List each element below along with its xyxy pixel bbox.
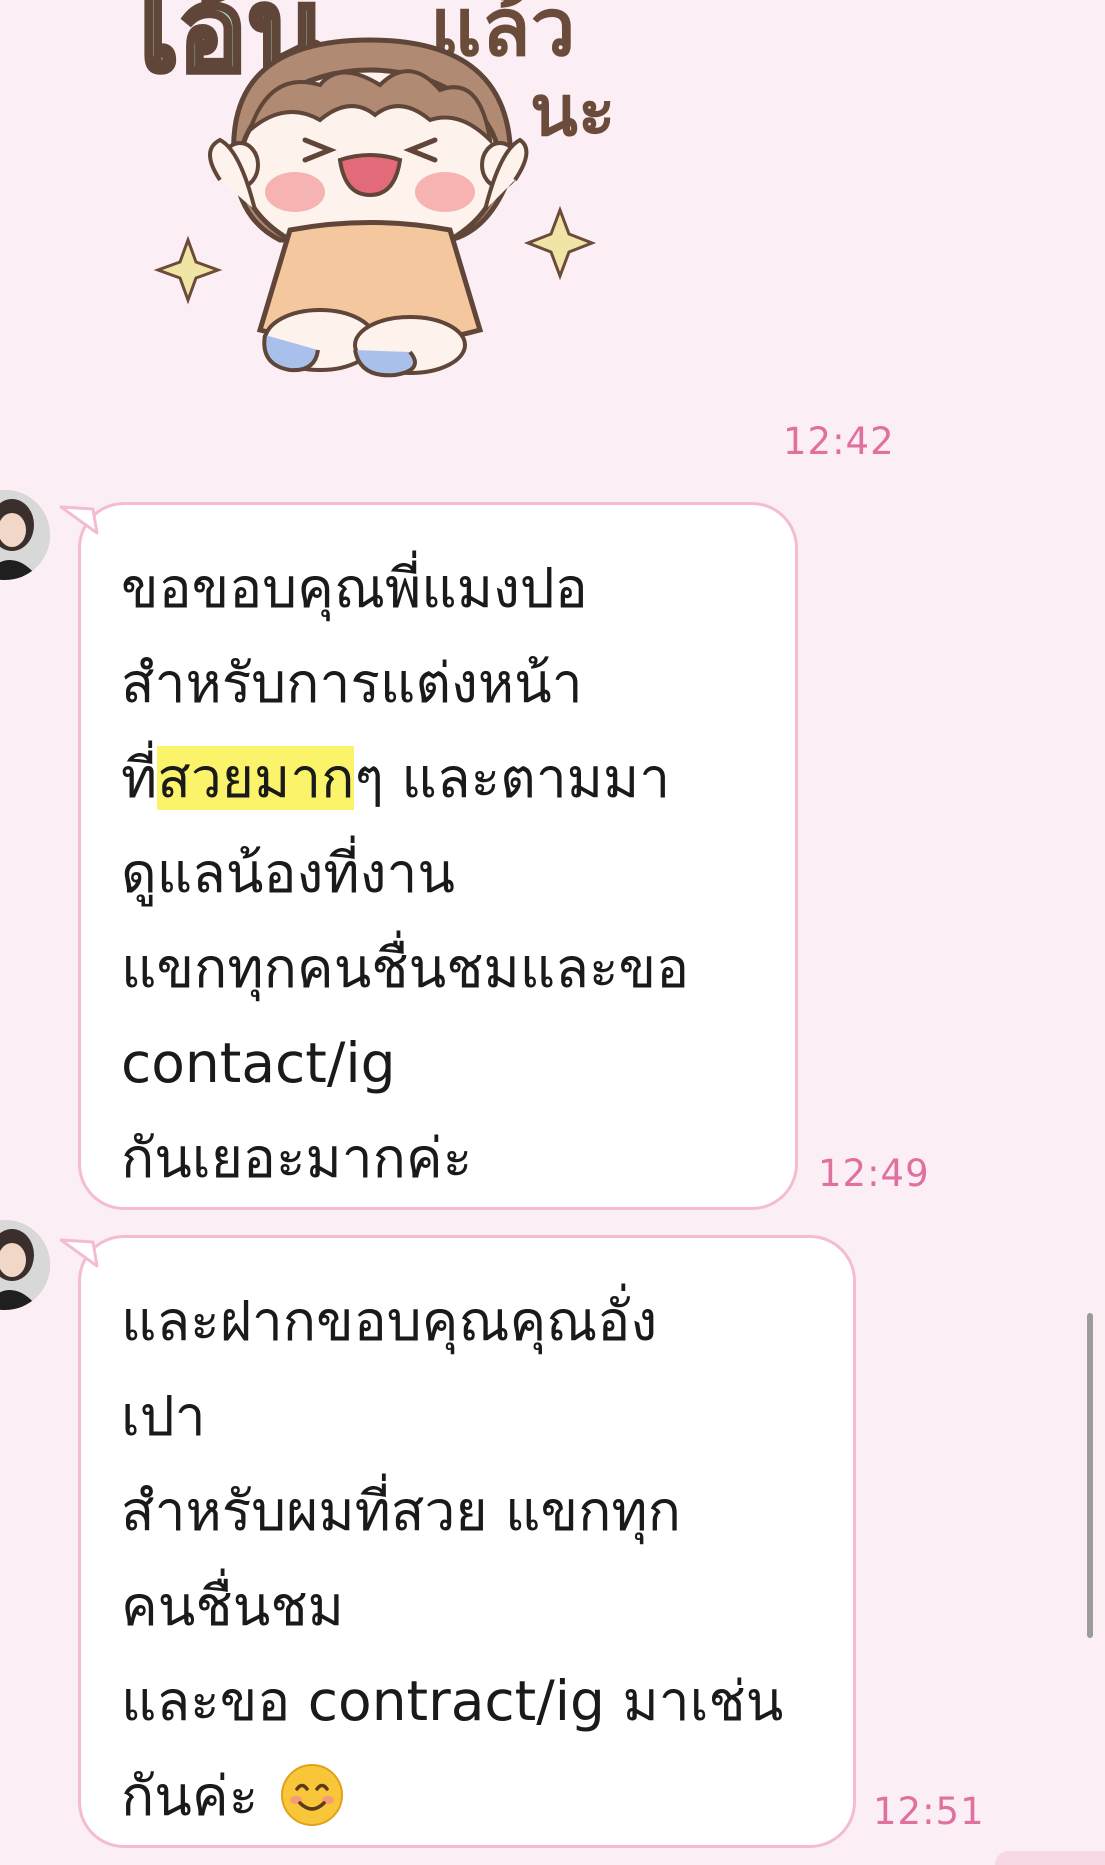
message-line: สำหรับการแต่งหน้า — [121, 651, 583, 715]
message-segment: ๆ และตามมา — [354, 746, 671, 810]
sticker-image[interactable]: ไอ้น แล้ว นะ — [107, 0, 740, 450]
message-bubble-1[interactable]: ขอขอบคุณพี่แมงปอ สำหรับการแต่งหน้า ที่สว… — [59, 502, 798, 1210]
message-timestamp-2: 12:51 — [873, 1790, 985, 1833]
scroll-to-bottom-button[interactable] — [995, 1851, 1105, 1865]
message-line: กันเยอะมากค่ะ — [121, 1126, 473, 1190]
message-line: ที่สวยมากๆ และตามมา — [121, 731, 755, 826]
message-line: contact/ig — [121, 1031, 396, 1095]
sender-avatar[interactable] — [0, 490, 50, 580]
message-line: แขกทุกคนชื่นชมและขอ — [121, 936, 690, 1000]
sender-avatar[interactable] — [0, 1220, 50, 1310]
smiling-face-emoji — [280, 1764, 343, 1826]
scrollbar[interactable] — [1087, 1313, 1093, 1638]
message-text-1: ขอขอบคุณพี่แมงปอ สำหรับการแต่งหน้า ที่สว… — [121, 541, 755, 1206]
message-bubble-2[interactable]: และฝากขอบคุณคุณอั่ง เปา สำหรับผมที่สวย แ… — [59, 1235, 856, 1848]
message-segment: ที่ — [121, 746, 158, 810]
message-line: และขอ contract/ig มาเช่น — [121, 1669, 784, 1733]
highlighted-text: สวยมาก — [157, 746, 355, 810]
message-line: ขอขอบคุณพี่แมงปอ — [121, 556, 588, 620]
sticker-timestamp: 12:42 — [783, 420, 895, 463]
sticker-lettering-3: นะ — [530, 70, 615, 152]
message-line: และฝากขอบคุณคุณอั่ง — [121, 1289, 658, 1353]
message-line: เปา — [121, 1384, 206, 1448]
message-line: ดูแลน้องที่งาน — [121, 841, 455, 905]
message-timestamp-1: 12:49 — [818, 1152, 930, 1195]
message-line: สำหรับผมที่สวย แขกทุก — [121, 1479, 681, 1543]
message-line: กันค่ะ — [121, 1749, 813, 1844]
message-segment: กันค่ะ — [121, 1764, 259, 1828]
message-text-2: และฝากขอบคุณคุณอั่ง เปา สำหรับผมที่สวย แ… — [121, 1274, 813, 1844]
message-line: คนชื่นชม — [121, 1574, 344, 1638]
